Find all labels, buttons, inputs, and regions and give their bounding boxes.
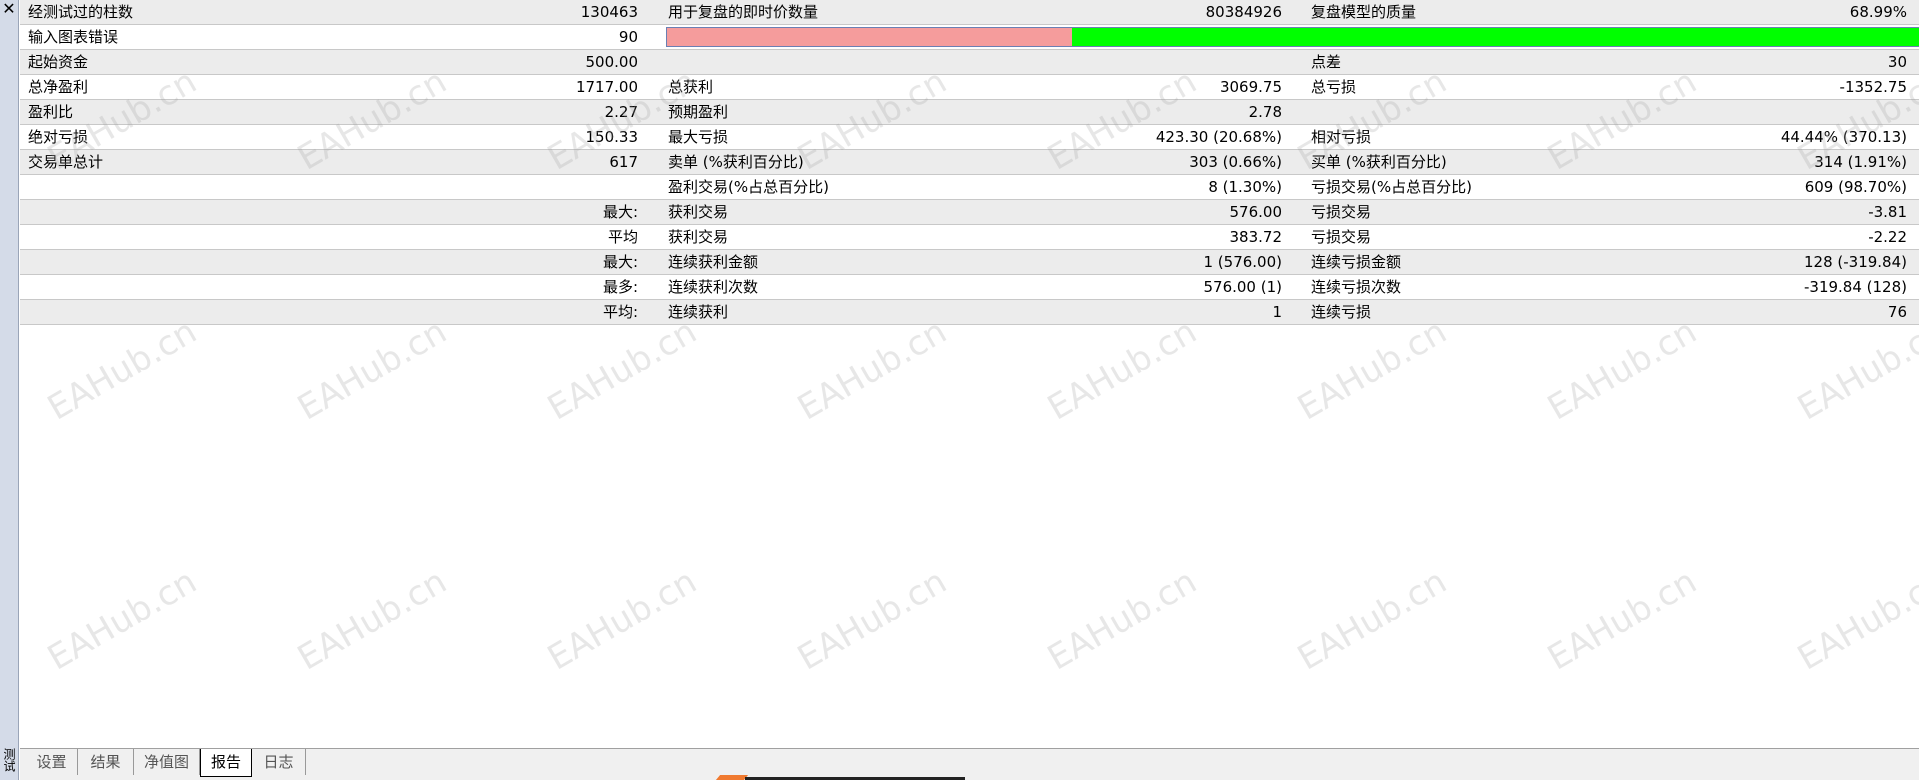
modeling-quality-bar [666,27,1919,47]
tester-panel-label: 测试 [2,748,16,772]
report-label-1: 起始资金 [28,53,89,71]
report-value-1: 最多: [602,278,638,296]
report-label-3: 连续亏损次数 [1311,278,1402,296]
report-label-3: 连续亏损 [1311,303,1372,321]
report-label-1: 交易单总计 [28,153,104,171]
report-value-2: 576.00 [1229,203,1283,221]
report-value-3: 76 [1887,303,1907,321]
report-value-3: 609 (98.70%) [1804,178,1907,196]
report-label-1: 输入图表错误 [28,28,119,46]
report-table: 经测试过的柱数 130463 用于复盘的即时价数量 80384926 复盘模型的质量 68… [20,0,1919,745]
report-value-3: 30 [1887,53,1907,71]
report-value-1: 最大: [602,203,638,221]
report-value-2: 2.78 [1248,103,1282,121]
report-row: 盈利比 2.27 预期盈利 2.78 [20,100,1919,125]
tester-tab-bar: 设置 结果 净值图 报告 日志 [20,748,1919,780]
report-label-1: 经测试过的柱数 [28,3,134,21]
tab-0[interactable]: 设置 [26,749,78,775]
report-value-1: 150.33 [585,128,639,146]
report-label-2: 连续获利金额 [668,253,759,271]
report-label-1: 绝对亏损 [28,128,89,146]
report-value-2: 576.00 (1) [1203,278,1282,296]
quality-bar-bad-segment [667,28,1072,46]
report-row: 总净盈利 1717.00 总获利 3069.75 总亏损 -1352.75 [20,75,1919,100]
report-label-2: 获利交易 [668,203,729,221]
report-value-1: 1717.00 [575,78,638,96]
report-row: 平均: 连续获利 1 连续亏损 76 [20,300,1919,325]
report-row: 起始资金 500.00 点差 30 [20,50,1919,75]
report-label-2: 最大亏损 [668,128,729,146]
report-row: 交易单总计 617 卖单 (%获利百分比) 303 (0.66%) 买单 (%获利百分比… [20,150,1919,175]
quality-bar-good-segment [1072,28,1919,46]
report-value-1: 617 [609,153,638,171]
report-value-1: 130463 [580,3,638,21]
report-value-1: 2.27 [604,103,638,121]
report-value-1: 平均 [607,228,638,246]
report-label-3: 亏损交易(%占总百分比) [1311,178,1472,196]
report-label-2: 预期盈利 [668,103,729,121]
report-label-3: 连续亏损金额 [1311,253,1402,271]
tab-2[interactable]: 净值图 [134,749,200,775]
tester-sidebar: ✕ 测试 [0,0,19,780]
report-value-2: 3069.75 [1219,78,1282,96]
report-label-2: 盈利交易(%占总百分比) [668,178,829,196]
report-value-3: 44.44% (370.13) [1780,128,1907,146]
report-value-1: 90 [618,28,638,46]
report-label-2: 总获利 [668,78,714,96]
report-row: 最多: 连续获利次数 576.00 (1) 连续亏损次数 -319.84 (128) [20,275,1919,300]
report-value-1: 平均: [602,303,638,321]
report-value-3: 68.99% [1849,3,1907,21]
report-row: 平均 获利交易 383.72 亏损交易 -2.22 [20,225,1919,250]
report-value-3: -319.84 (128) [1803,278,1907,296]
report-row: 最大: 获利交易 576.00 亏损交易 -3.81 [20,200,1919,225]
report-label-2: 连续获利 [668,303,729,321]
report-value-3: 314 (1.91%) [1814,153,1907,171]
report-value-2: 1 (576.00) [1203,253,1282,271]
report-label-3: 亏损交易 [1311,203,1372,221]
tab-1[interactable]: 结果 [78,749,134,775]
report-label-3: 买单 (%获利百分比) [1311,153,1447,171]
report-value-3: -3.81 [1868,203,1907,221]
report-label-2: 用于复盘的即时价数量 [668,3,819,21]
report-label-3: 亏损交易 [1311,228,1372,246]
report-row: 最大: 连续获利金额 1 (576.00) 连续亏损金额 128 (-319.84) [20,250,1919,275]
report-value-2: 1 [1272,303,1282,321]
report-value-3: -2.22 [1868,228,1907,246]
report-value-1: 最大: [602,253,638,271]
report-value-2: 303 (0.66%) [1189,153,1282,171]
report-label-2: 获利交易 [668,228,729,246]
report-label-3: 总亏损 [1311,78,1357,96]
tab-3[interactable]: 报告 [200,749,252,777]
report-row: 盈利交易(%占总百分比) 8 (1.30%) 亏损交易(%占总百分比) 609 (98… [20,175,1919,200]
taskbar-accent [715,775,749,780]
report-value-2: 423.30 (20.68%) [1155,128,1282,146]
report-value-2: 383.72 [1229,228,1283,246]
report-value-2: 80384926 [1205,3,1282,21]
report-label-1: 盈利比 [28,103,74,121]
report-label-3: 相对亏损 [1311,128,1372,146]
report-label-1: 总净盈利 [28,78,89,96]
report-row: 经测试过的柱数 130463 用于复盘的即时价数量 80384926 复盘模型的质量 68… [20,0,1919,25]
report-row: 绝对亏损 150.33 最大亏损 423.30 (20.68%) 相对亏损 44.44% … [20,125,1919,150]
report-value-3: -1352.75 [1839,78,1907,96]
report-value-3: 128 (-319.84) [1803,253,1907,271]
report-label-2: 卖单 (%获利百分比) [668,153,804,171]
report-label-3: 点差 [1311,53,1342,71]
report-label-2: 连续获利次数 [668,278,759,296]
report-row: 输入图表错误 90 [20,25,1919,50]
report-value-2: 8 (1.30%) [1208,178,1282,196]
report-label-3: 复盘模型的质量 [1311,3,1417,21]
tab-4[interactable]: 日志 [252,749,306,775]
report-value-1: 500.00 [585,53,639,71]
close-icon[interactable]: ✕ [1,1,17,17]
